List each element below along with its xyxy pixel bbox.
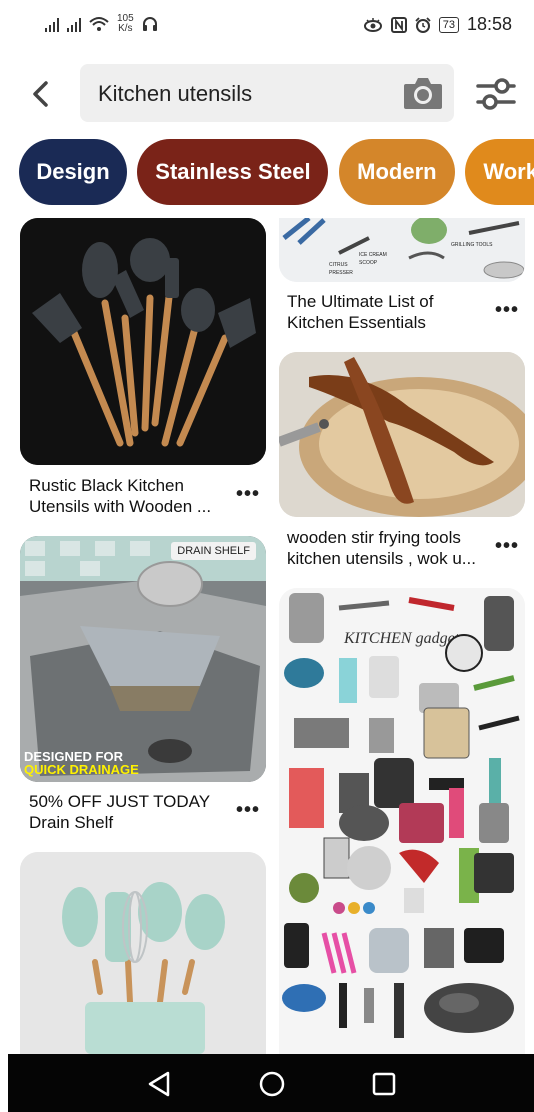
image-title-gadgets: KITCHEN gadgets [343, 630, 465, 647]
signal-icon [67, 16, 81, 32]
pin-gadgets-image[interactable]: KITCHEN gadgets [279, 588, 525, 1054]
back-button[interactable] [24, 76, 56, 112]
pin-essentials-image[interactable]: ICE CREAM SCOOP CITRUS PRESSER GRILLING … [279, 218, 525, 282]
promo-line-2: QUICK DRAINAGE [24, 762, 139, 777]
chip-design[interactable]: Design [19, 139, 127, 205]
pin-drain-shelf-image[interactable]: DRAIN SHELF DESIGNED FOR QUICK DRAINAGE [20, 536, 266, 782]
pin-mint-utensils-image[interactable] [20, 852, 266, 1054]
image-label-citrus: CITRUS [329, 262, 348, 268]
camera-icon[interactable] [402, 74, 444, 112]
wifi-icon [89, 17, 109, 31]
image-label-scoop: SCOOP [359, 260, 378, 266]
battery-indicator: 73 [438, 16, 459, 33]
image-label-grilling-tools: GRILLING TOOLS [451, 242, 493, 248]
image-label-presser: PRESSER [329, 270, 353, 276]
essentials-illustration: ICE CREAM SCOOP CITRUS PRESSER GRILLING … [279, 218, 525, 282]
drain-shelf-title-line-2: Drain Shelf [29, 813, 114, 832]
pin-drain-shelf-more-button[interactable]: ••• [236, 799, 260, 822]
pin-essentials-more-button[interactable]: ••• [495, 299, 519, 322]
pin-wok-title[interactable]: wooden stir frying tools kitchen utensil… [287, 527, 497, 569]
search-row: Kitchen utensils [0, 64, 534, 124]
essentials-title-line-2: Kitchen Essentials [287, 313, 426, 332]
wok-title-line-1: wooden stir frying tools [287, 528, 461, 547]
drain-shelf-illustration [20, 536, 266, 782]
drain-shelf-title-line-1: 50% OFF JUST TODAY [29, 792, 211, 811]
gadgets-collage: KITCHEN gadgets [279, 588, 525, 1054]
wok-title-line-2: kitchen utensils , wok u... [287, 549, 476, 568]
image-label-ice-cream: ICE CREAM [359, 252, 387, 258]
headphones-icon [142, 17, 157, 31]
pin-wok-more-button[interactable]: ••• [495, 535, 519, 558]
mint-utensils-illustration [20, 852, 266, 1054]
status-left: 105 K/s [45, 14, 158, 34]
search-input[interactable]: Kitchen utensils [80, 64, 454, 122]
square-recents-icon[interactable] [368, 1068, 400, 1100]
pin-black-utensils-more-button[interactable]: ••• [236, 483, 260, 506]
chip-modern[interactable]: Modern [338, 139, 455, 205]
pin-wok-image[interactable] [279, 352, 525, 517]
clock: 18:58 [466, 14, 512, 34]
status-right: 73 18:58 [363, 14, 512, 35]
pin-black-utensils-image[interactable] [20, 218, 266, 465]
chip-stainless-steel[interactable]: Stainless Steel [137, 139, 329, 205]
filter-chips: Design Stainless Steel Modern Workspace [19, 139, 534, 205]
network-speed: 105 K/s [117, 13, 134, 34]
alarm-icon [415, 16, 431, 33]
wok-illustration [279, 352, 525, 517]
status-bar: 105 K/s 73 18:58 [0, 0, 534, 50]
search-query: Kitchen utensils [98, 81, 253, 106]
pin-black-utensils-title[interactable]: Rustic Black Kitchen Utensils with Woode… [29, 475, 229, 517]
sliders-icon[interactable] [474, 74, 518, 114]
signal-icon [45, 16, 59, 32]
chip-workspace[interactable]: Workspace [465, 139, 534, 205]
essentials-title-line-1: The Ultimate List of [287, 292, 434, 311]
circle-home-icon[interactable] [256, 1068, 288, 1100]
drain-shelf-badge: DRAIN SHELF [171, 542, 256, 560]
drain-shelf-promo: DESIGNED FOR QUICK DRAINAGE [24, 750, 139, 776]
eye-comfort-icon [363, 17, 382, 32]
pin-essentials-title[interactable]: The Ultimate List of Kitchen Essentials [287, 291, 487, 333]
utensils-illustration [20, 218, 266, 465]
triangle-back-icon[interactable] [144, 1068, 176, 1100]
navigation-bar [8, 1054, 534, 1112]
nfc-icon [390, 16, 407, 33]
pin-drain-shelf-title[interactable]: 50% OFF JUST TODAY Drain Shelf [29, 791, 229, 833]
chevron-left-icon [33, 81, 48, 107]
